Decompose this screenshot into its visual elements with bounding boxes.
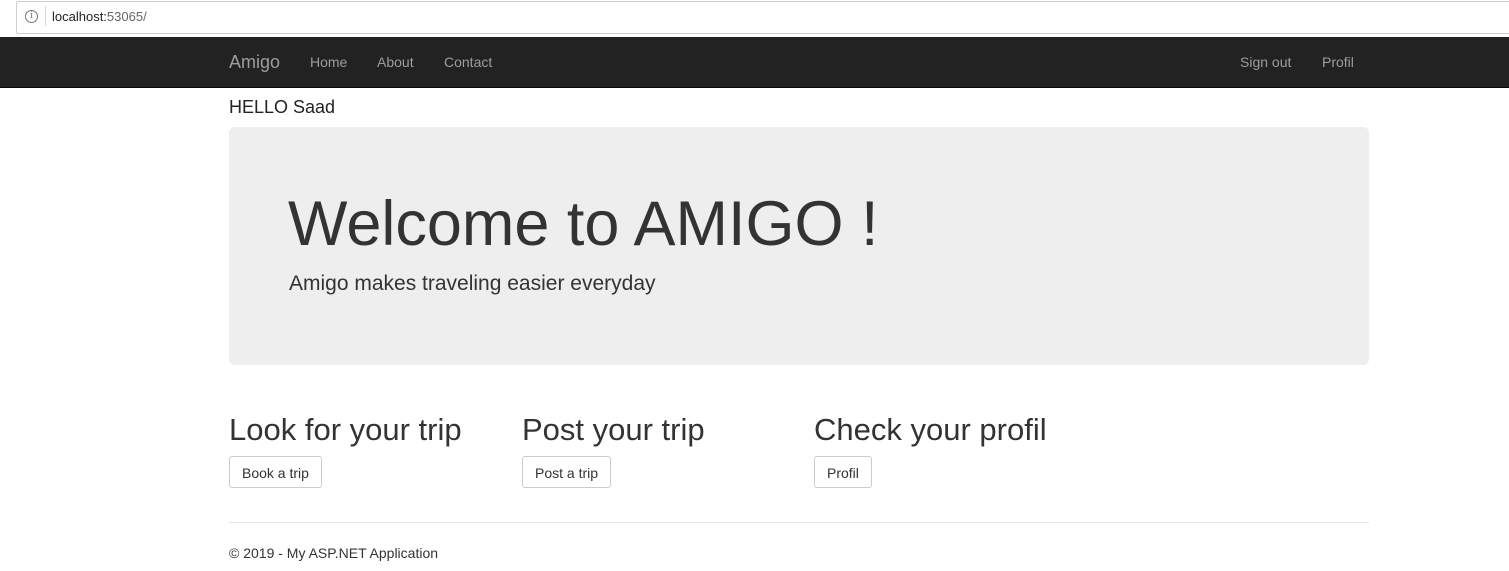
footer-text: © 2019 - My ASP.NET Application xyxy=(229,545,439,561)
url-field[interactable] xyxy=(16,1,1509,34)
column-heading: Post your trip xyxy=(522,412,705,447)
book-trip-button[interactable]: Book a trip xyxy=(229,456,322,488)
footer-divider xyxy=(229,522,1369,523)
nav-link-profil[interactable]: Profil xyxy=(1322,54,1354,70)
nav-link-contact[interactable]: Contact xyxy=(444,54,492,70)
column-post-trip: Post your trip Post a trip xyxy=(522,414,705,488)
url-port: 53065/ xyxy=(106,9,147,24)
column-look-for-trip: Look for your trip Book a trip xyxy=(229,414,462,488)
nav-link-about[interactable]: About xyxy=(377,54,414,70)
url-host: localhost: xyxy=(52,9,107,24)
post-trip-button[interactable]: Post a trip xyxy=(522,456,612,488)
url-text[interactable]: localhost:53065/ xyxy=(52,9,147,24)
browser-address-bar: i localhost:53065/ xyxy=(0,0,1509,37)
navbar-brand[interactable]: Amigo xyxy=(229,52,280,73)
url-separator xyxy=(45,6,46,26)
column-check-profil: Check your profil Profil xyxy=(814,414,1047,488)
info-icon[interactable]: i xyxy=(25,10,38,23)
jumbotron-lead: Amigo makes traveling easier everyday xyxy=(289,272,656,295)
greeting-text: HELLO Saad xyxy=(229,97,336,117)
column-heading: Check your profil xyxy=(814,412,1047,447)
nav-link-home[interactable]: Home xyxy=(310,54,347,70)
navbar: Amigo Home About Contact Sign out Profil xyxy=(0,37,1509,88)
nav-link-sign-out[interactable]: Sign out xyxy=(1240,54,1291,70)
jumbotron-title: Welcome to AMIGO ! xyxy=(288,189,879,259)
jumbotron: Welcome to AMIGO ! Amigo makes traveling… xyxy=(229,127,1369,365)
profil-button[interactable]: Profil xyxy=(814,456,872,488)
column-heading: Look for your trip xyxy=(229,412,462,447)
